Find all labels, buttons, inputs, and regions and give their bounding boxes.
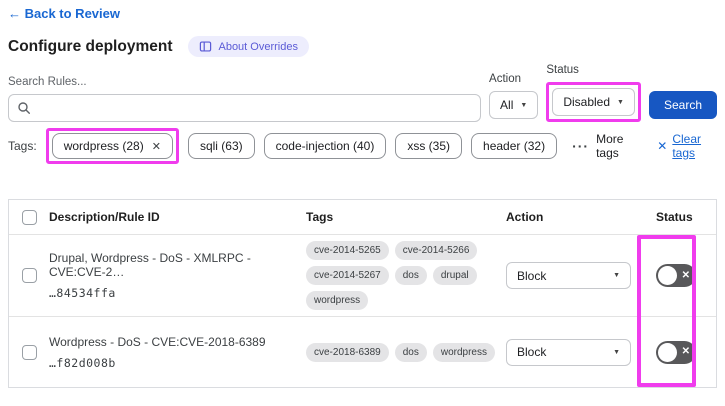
clear-tags-label: Clear tags	[672, 132, 717, 160]
selected-tag-highlight: wordpress (28) ✕	[46, 128, 179, 164]
table-header-row: Description/Rule ID Tags Action Status	[9, 200, 716, 235]
action-dropdown-value: All	[500, 98, 513, 112]
rule-id: …84534ffa	[49, 286, 292, 300]
action-select[interactable]: Block ▼	[506, 262, 631, 289]
column-header-action: Action	[506, 210, 638, 224]
column-header-description: Description/Rule ID	[49, 210, 306, 224]
rule-id: …f82d008b	[49, 356, 292, 370]
action-select-value: Block	[517, 269, 546, 283]
tag-pill: cve-2018-6389	[306, 343, 389, 362]
action-filter: Action All ▼	[489, 73, 538, 122]
tag-pill: cve-2014-5266	[395, 241, 478, 260]
title-row: Configure deployment About Overrides	[8, 36, 717, 57]
rule-tags: cve-2014-5265 cve-2014-5266 cve-2014-526…	[306, 241, 496, 310]
more-tags-label: More tags	[596, 132, 638, 160]
rule-tags: cve-2018-6389 dos wordpress	[306, 343, 496, 362]
toggle-knob	[658, 343, 677, 362]
caret-down-icon: ▼	[613, 349, 620, 356]
action-select-value: Block	[517, 345, 546, 359]
page-title: Configure deployment	[8, 38, 172, 56]
column-header-tags: Tags	[306, 210, 506, 224]
back-to-review-link[interactable]: ← Back to Review	[8, 6, 120, 21]
search-rules-input[interactable]	[8, 94, 481, 122]
search-rules-field: Search Rules...	[8, 76, 481, 122]
row-checkbox[interactable]	[22, 268, 37, 283]
filters-row: Search Rules... Action All ▼ Status	[8, 64, 717, 122]
search-icon	[17, 101, 31, 120]
tag-chip-xss[interactable]: xss (35)	[395, 133, 462, 159]
status-dropdown-value: Disabled	[563, 95, 610, 109]
rule-description: Drupal, Wordpress - DoS - XMLRPC - CVE:C…	[49, 251, 292, 279]
tag-chip-code-injection[interactable]: code-injection (40)	[264, 133, 387, 159]
tag-chip-label: wordpress (28)	[64, 139, 144, 153]
toggle-off-icon: ✕	[682, 347, 690, 357]
tag-pill: wordpress	[306, 291, 368, 310]
close-icon: ✕	[657, 139, 667, 153]
status-toggle[interactable]: ✕	[656, 264, 696, 287]
tag-pill: wordpress	[433, 343, 495, 362]
status-label: Status	[546, 64, 641, 76]
tag-pill: dos	[395, 266, 427, 285]
status-filter-highlight: Disabled ▼	[546, 82, 641, 122]
tags-bar: Tags: wordpress (28) ✕ sqli (63) code-in…	[8, 128, 717, 164]
tag-pill: cve-2014-5267	[306, 266, 389, 285]
tag-chip-sqli[interactable]: sqli (63)	[188, 133, 255, 159]
row-checkbox[interactable]	[22, 345, 37, 360]
rule-description: Wordpress - DoS - CVE:CVE-2018-6389	[49, 335, 292, 349]
caret-down-icon: ▼	[613, 272, 620, 279]
tag-chip-header[interactable]: header (32)	[471, 133, 557, 159]
action-label: Action	[489, 73, 538, 85]
tag-pill: dos	[395, 343, 427, 362]
table-row: Wordpress - DoS - CVE:CVE-2018-6389 …f82…	[9, 317, 716, 387]
action-select[interactable]: Block ▼	[506, 339, 631, 366]
caret-down-icon: ▼	[520, 102, 527, 109]
tag-pill: cve-2014-5265	[306, 241, 389, 260]
action-dropdown[interactable]: All ▼	[489, 91, 538, 119]
toggle-off-icon: ✕	[682, 271, 690, 281]
column-header-status: Status	[638, 210, 716, 224]
book-icon	[199, 40, 212, 53]
more-tags-button[interactable]: ··· More tags	[572, 132, 638, 160]
rules-table: Description/Rule ID Tags Action Status D…	[8, 199, 717, 388]
tag-chip-wordpress[interactable]: wordpress (28) ✕	[52, 133, 173, 159]
ellipsis-icon: ···	[572, 138, 589, 154]
about-overrides-badge[interactable]: About Overrides	[188, 36, 308, 57]
remove-tag-icon[interactable]: ✕	[152, 140, 161, 153]
status-filter: Status Disabled ▼	[546, 64, 641, 122]
tag-pill: drupal	[433, 266, 477, 285]
about-overrides-label: About Overrides	[218, 41, 297, 53]
configure-deployment-page: ← Back to Review Configure deployment Ab…	[0, 0, 725, 388]
status-dropdown[interactable]: Disabled ▼	[552, 88, 635, 116]
clear-tags-button[interactable]: ✕ Clear tags	[657, 132, 717, 160]
tags-label: Tags:	[8, 139, 37, 153]
status-toggle[interactable]: ✕	[656, 341, 696, 364]
search-rules-label: Search Rules...	[8, 76, 481, 88]
search-button[interactable]: Search	[649, 91, 717, 119]
caret-down-icon: ▼	[617, 99, 624, 106]
table-row: Drupal, Wordpress - DoS - XMLRPC - CVE:C…	[9, 235, 716, 317]
toggle-knob	[658, 266, 677, 285]
select-all-checkbox[interactable]	[22, 210, 37, 225]
